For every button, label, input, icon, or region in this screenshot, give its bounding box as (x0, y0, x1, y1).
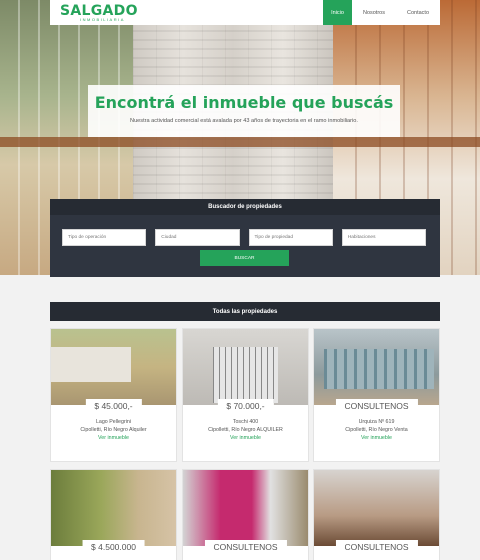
property-address: Urquiza Nº 619 (358, 419, 395, 425)
property-price: $ 70.000,- (217, 399, 274, 413)
property-photo[interactable] (51, 470, 176, 546)
view-property-link[interactable]: Ver inmueble (314, 434, 439, 442)
property-type-select[interactable]: Tipo de propiedad (248, 229, 333, 246)
search-button[interactable]: BUSCAR (200, 250, 289, 266)
view-property-link[interactable]: Ver inmueble (183, 434, 308, 442)
city-select[interactable]: Ciudad (155, 229, 240, 246)
logo[interactable]: SALGADO INMOBILIARIA (50, 4, 138, 22)
property-card[interactable]: CONSULTENOS Urquiza Nº 619 Cipolletti, R… (313, 328, 440, 462)
property-location: Cipolletti, Río Negro Venta (345, 426, 408, 433)
property-card[interactable]: CONSULTENOS (182, 469, 309, 560)
property-price: $ 45.000,- (85, 399, 142, 413)
site-header: SALGADO INMOBILIARIA Inicio Nosotros Con… (50, 0, 440, 25)
nav-item-nosotros[interactable]: Nosotros (352, 0, 396, 25)
view-property-link[interactable]: Ver inmueble (51, 434, 176, 442)
main-nav: Inicio Nosotros Contacto (323, 0, 440, 25)
property-photo[interactable] (183, 329, 308, 405)
property-search-panel: Buscador de propiedades Tipo de operació… (50, 199, 440, 277)
property-card[interactable]: $ 4.500.000 (50, 469, 177, 560)
search-fields-row: Tipo de operación Ciudad Tipo de propied… (50, 215, 440, 246)
property-card[interactable]: $ 70.000,- Toschi 400 Cipolletti, Río Ne… (182, 328, 309, 462)
rooms-select[interactable]: Habitaciones (341, 229, 426, 246)
property-price: CONSULTENOS (335, 399, 418, 413)
property-photo[interactable] (314, 470, 439, 546)
logo-main-text: SALGADO (60, 2, 138, 19)
property-address: Toschi 400 (232, 419, 259, 425)
property-address: Lago Pellegrini (95, 419, 132, 425)
nav-item-contacto[interactable]: Contacto (396, 0, 440, 25)
property-card[interactable]: CONSULTENOS (313, 469, 440, 560)
property-location: Cipolletti, Río Negro Alquiler (80, 426, 147, 433)
hero-wood-beam (0, 137, 480, 147)
property-price: CONSULTENOS (335, 540, 418, 554)
search-title: Buscador de propiedades (50, 199, 440, 215)
property-photo[interactable] (51, 329, 176, 405)
nav-item-inicio[interactable]: Inicio (323, 0, 352, 25)
hero-subtitle: Nuestra actividad comercial está avalada… (130, 118, 358, 124)
property-location: Cipolletti, Río Negro ALQUILER (208, 426, 283, 433)
operation-type-select[interactable]: Tipo de operación (62, 229, 147, 246)
properties-section-title: Todas las propiedades (50, 302, 440, 321)
hero-title-box: Encontrá el inmueble que buscás Nuestra … (88, 85, 400, 137)
property-price: $ 4.500.000 (82, 540, 145, 554)
property-price: CONSULTENOS (204, 540, 287, 554)
property-card[interactable]: $ 45.000,- Lago Pellegrini Cipolletti, R… (50, 328, 177, 462)
property-photo[interactable] (314, 329, 439, 405)
property-photo[interactable] (183, 470, 308, 546)
hero-title: Encontrá el inmueble que buscás (94, 93, 394, 112)
